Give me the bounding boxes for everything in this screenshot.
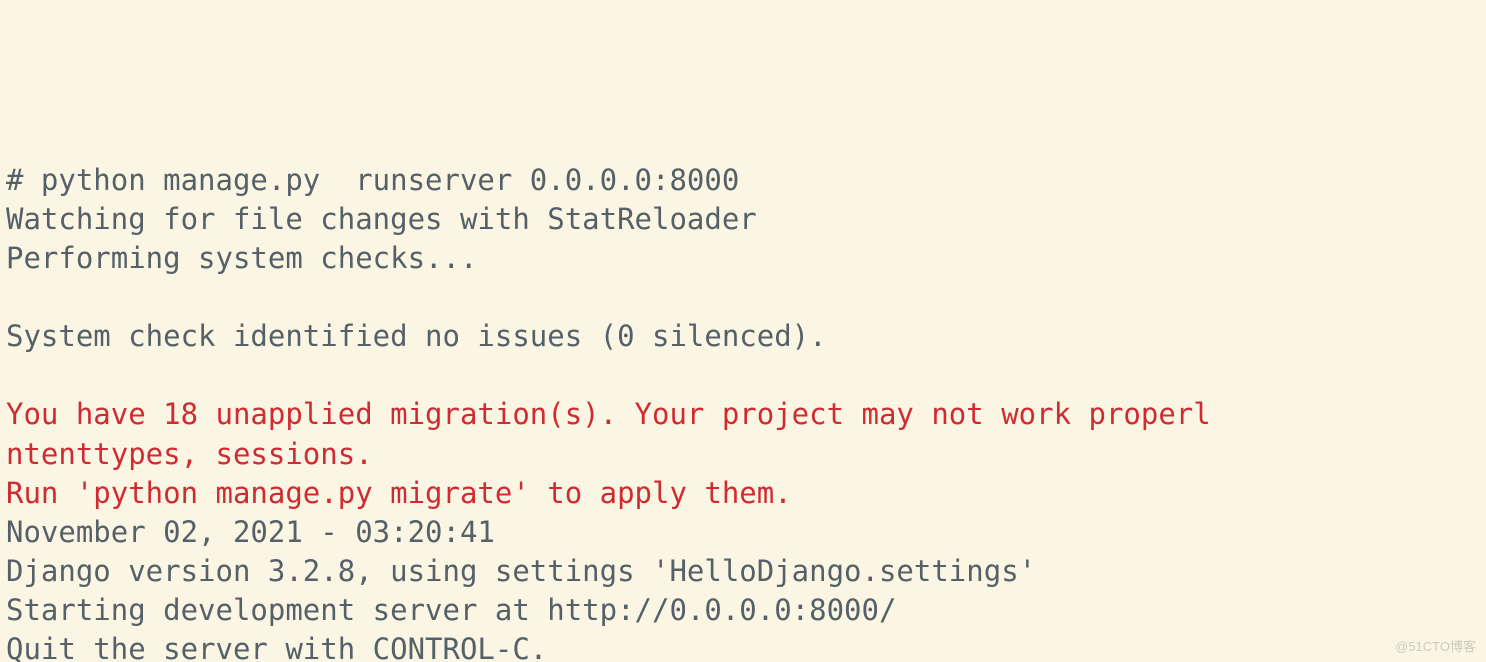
terminal-line: ntenttypes, sessions. — [6, 437, 373, 471]
terminal-line: Performing system checks... — [6, 241, 477, 275]
terminal-output[interactable]: # python manage.py runserver 0.0.0.0:800… — [0, 157, 1486, 662]
terminal-line: November 02, 2021 - 03:20:41 — [6, 515, 495, 549]
terminal-line: Starting development server at http://0.… — [6, 593, 896, 627]
terminal-line: You have 18 unapplied migration(s). Your… — [6, 397, 1211, 431]
terminal-line: Quit the server with CONTROL-C. — [6, 632, 547, 662]
terminal-line: Django version 3.2.8, using settings 'He… — [6, 554, 1036, 588]
terminal-line: Watching for file changes with StatReloa… — [6, 202, 757, 236]
terminal-line: System check identified no issues (0 sil… — [6, 319, 827, 353]
terminal-line: # python manage.py runserver 0.0.0.0:800… — [6, 163, 739, 197]
terminal-line: Run 'python manage.py migrate' to apply … — [6, 476, 792, 510]
watermark-text: @51CTO博客 — [1395, 638, 1476, 656]
